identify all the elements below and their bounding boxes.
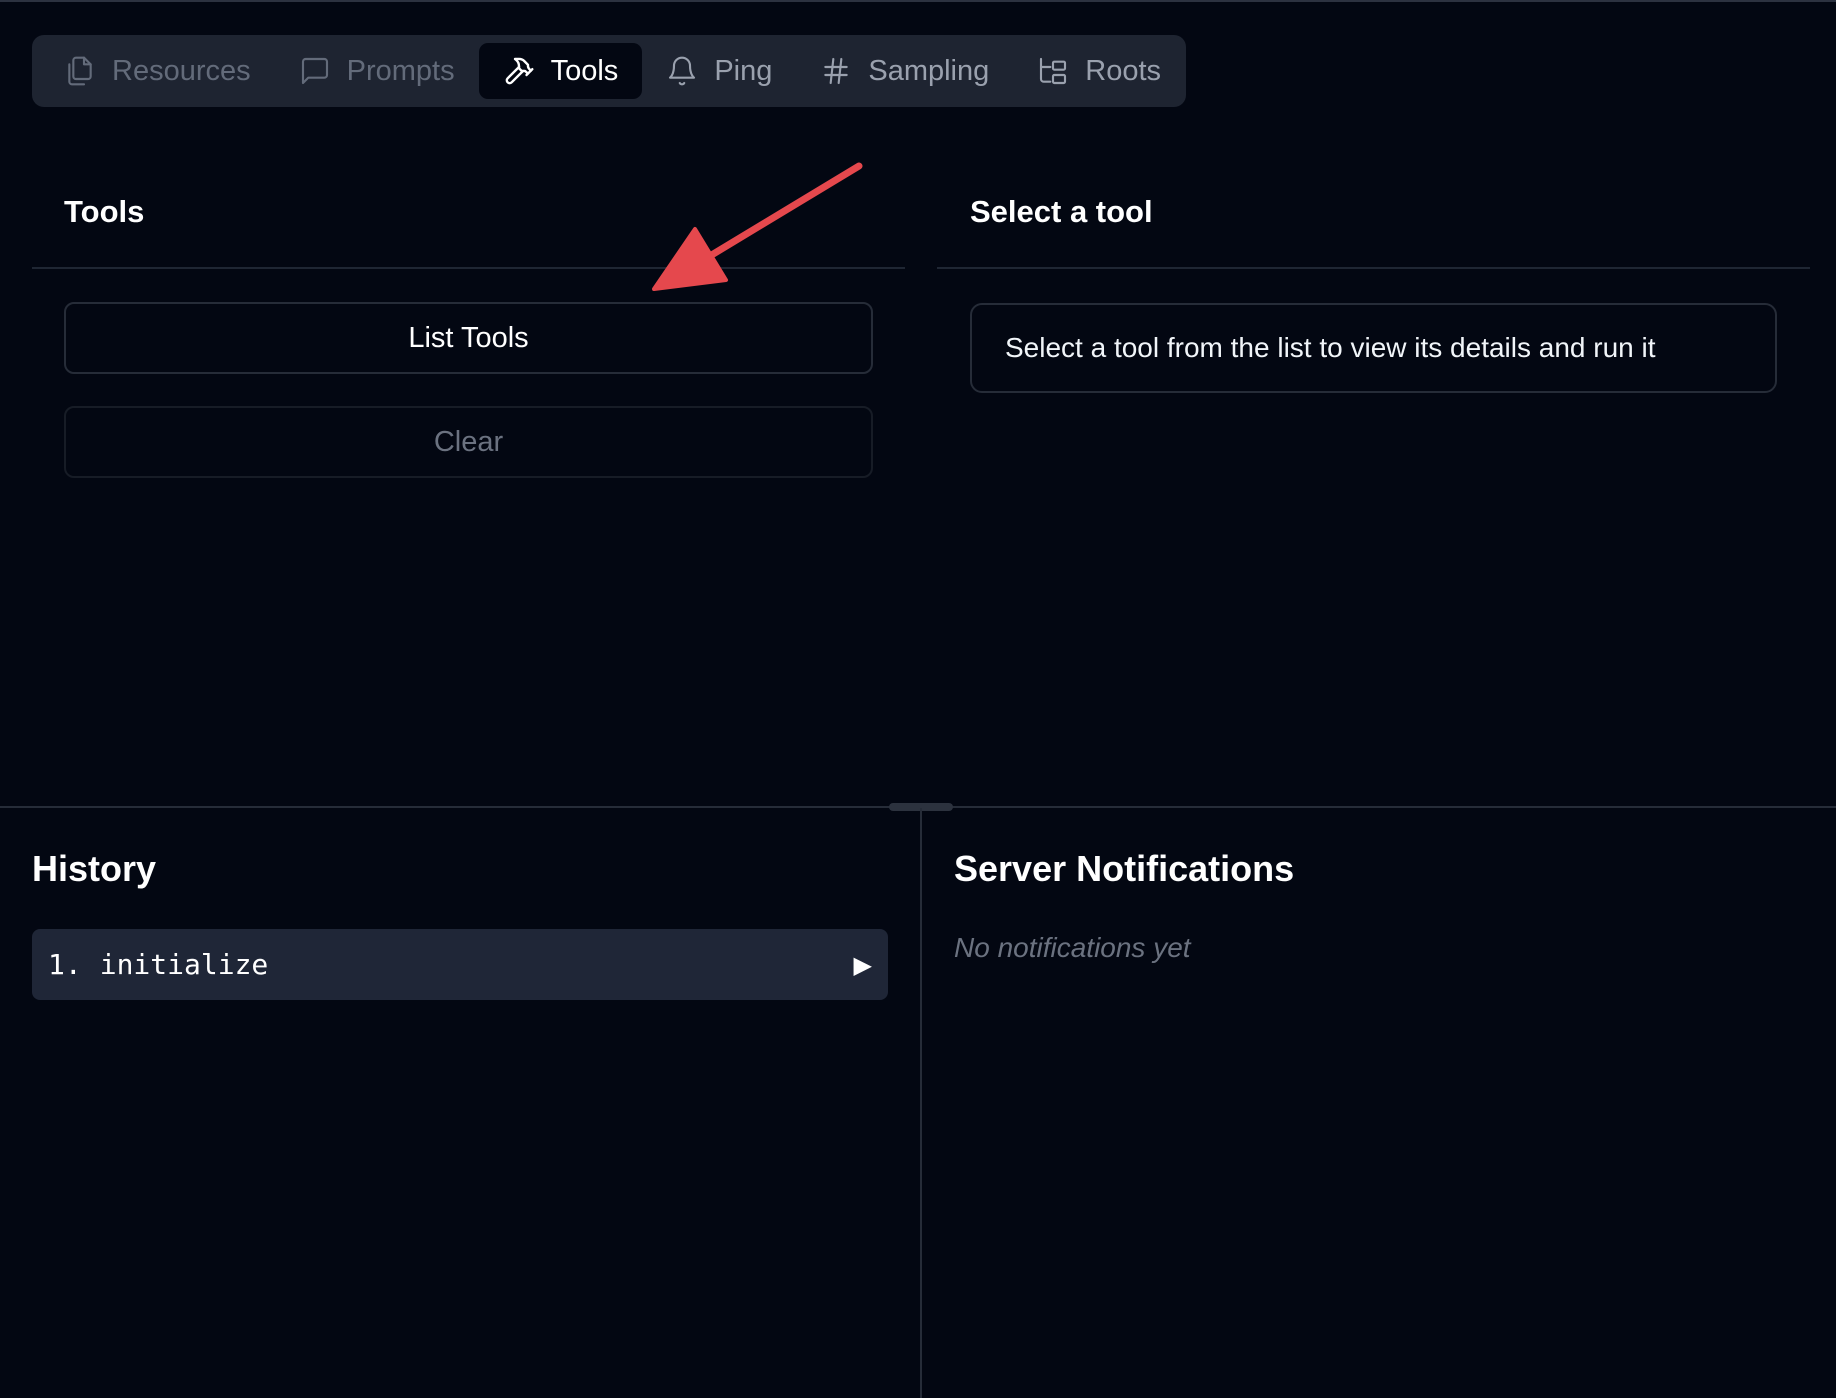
history-item-index: 1. [48, 948, 82, 981]
tab-bar: Resources Prompts Tools Ping Sampling Ro… [32, 35, 1186, 107]
history-item-method: initialize [99, 948, 269, 981]
bell-icon [666, 55, 698, 87]
tab-ping[interactable]: Ping [642, 43, 796, 99]
tools-panel-title: Tools [64, 194, 145, 229]
tab-label: Tools [550, 54, 619, 87]
hammer-icon [503, 55, 535, 87]
files-icon [64, 55, 96, 87]
clear-button[interactable]: Clear [64, 406, 873, 478]
tab-label: Prompts [346, 54, 455, 87]
tab-label: Ping [714, 54, 773, 87]
placeholder-text: Select a tool from the list to view its … [1005, 332, 1656, 363]
history-title: History [32, 848, 157, 889]
inspector-page: Resources Prompts Tools Ping Sampling Ro… [0, 0, 1836, 1398]
tab-prompts[interactable]: Prompts [275, 43, 479, 99]
annotation-arrow-icon [652, 162, 863, 291]
expand-triangle-icon[interactable]: ▶ [854, 951, 872, 979]
detail-panel-divider [937, 267, 1810, 269]
message-square-icon [299, 55, 331, 87]
detail-panel-title: Select a tool [970, 194, 1153, 229]
notifications-empty-text: No notifications yet [954, 932, 1191, 963]
list-tools-button[interactable]: List Tools [64, 302, 873, 374]
tab-label: Resources [112, 54, 251, 87]
tab-label: Sampling [868, 54, 990, 87]
hash-icon [820, 55, 852, 87]
tab-label: Roots [1085, 54, 1162, 87]
tool-details-placeholder: Select a tool from the list to view its … [970, 303, 1777, 393]
notifications-title: Server Notifications [954, 848, 1295, 889]
tab-roots[interactable]: Roots [1013, 43, 1185, 99]
tab-resources[interactable]: Resources [40, 43, 275, 99]
vertical-divider[interactable] [920, 808, 922, 1398]
tab-tools[interactable]: Tools [478, 43, 643, 99]
tab-sampling[interactable]: Sampling [796, 43, 1013, 99]
folder-tree-icon [1037, 55, 1069, 87]
history-item[interactable]: 1. initialize ▶ [32, 929, 888, 1000]
